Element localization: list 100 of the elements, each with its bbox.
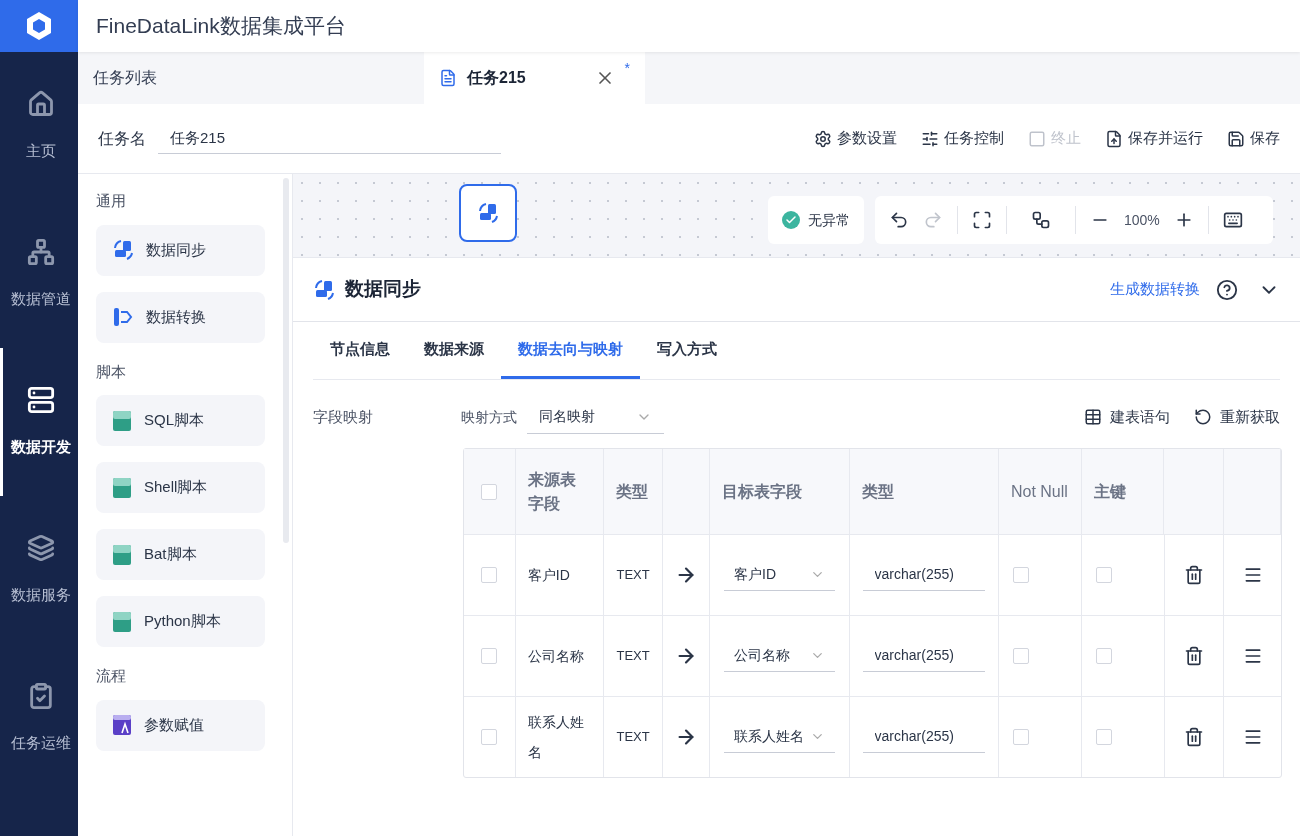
palette-item[interactable]: 数据转换 [96, 291, 265, 343]
checkbox[interactable] [1013, 648, 1029, 664]
toolbar-icon [1227, 129, 1245, 148]
checkbox[interactable] [1013, 567, 1029, 583]
palette-group-label: 脚本 [96, 361, 127, 382]
palette-item-label: 数据同步 [146, 239, 206, 260]
palette-item[interactable]: 参数赋值 [96, 699, 265, 751]
toolbar-button[interactable]: 参数设置 [814, 127, 897, 150]
fit-view-icon[interactable] [972, 210, 992, 230]
modified-mark: * [624, 59, 630, 78]
toolbar-icon [921, 129, 939, 148]
script-icon [112, 543, 132, 566]
table-cell-text: TEXT [616, 647, 650, 666]
palette-group-label: 通用 [96, 191, 127, 211]
nav-icon [26, 533, 55, 562]
column-header: 来源表字段 [527, 469, 577, 514]
palette-item-label: SQL脚本 [144, 410, 204, 431]
tab-label: 任务215 [467, 68, 526, 88]
keyboard-icon[interactable] [1222, 210, 1243, 230]
mapping-mode-select[interactable]: 同名映射 [527, 400, 664, 434]
toolbar-button[interactable]: 保存并运行 [1105, 127, 1203, 150]
type-field[interactable]: varchar(255) [862, 640, 985, 672]
palette-item-label: Python脚本 [144, 611, 221, 632]
status-badge: 无异常 [768, 196, 864, 244]
panel-tab[interactable]: 写入方式 [640, 322, 734, 379]
help-icon[interactable] [1216, 278, 1238, 301]
action-button[interactable]: 重新获取 [1194, 405, 1280, 429]
panel-title: 数据同步 [345, 277, 421, 302]
palette-item[interactable]: SQL脚本 [96, 395, 265, 446]
transform-icon [112, 306, 134, 328]
script-icon [112, 610, 132, 633]
toolbar-icon [1105, 129, 1123, 148]
nav-icon [26, 385, 55, 414]
palette-item[interactable]: 数据同步 [96, 224, 265, 276]
panel-tab[interactable]: 数据去向与映射 [501, 322, 640, 379]
delete-icon[interactable] [1183, 565, 1204, 585]
script-icon [112, 409, 132, 432]
connector-icon[interactable] [1031, 210, 1051, 230]
zoom-level: 100% [1124, 210, 1160, 230]
palette-item-label: Shell脚本 [144, 477, 208, 498]
checkbox[interactable] [481, 729, 498, 745]
cube-logo-icon [25, 11, 53, 41]
sync-icon [313, 278, 335, 301]
action-button[interactable]: 建表语句 [1084, 405, 1170, 429]
table-cell-text: TEXT [616, 566, 650, 585]
field-mapping-label: 字段映射 [313, 406, 374, 427]
table-cell-text: 公司名称 [527, 647, 584, 666]
palette-item-label: Bat脚本 [144, 544, 197, 565]
palette-item[interactable]: Shell脚本 [96, 462, 265, 513]
action-icon [1084, 408, 1102, 426]
nav-item[interactable]: 数据服务 [0, 496, 78, 644]
table-cell-text: 联系人姓名 [527, 713, 585, 762]
app-title: FineDataLink数据集成平台 [96, 13, 346, 40]
task-name-label: 任务名 [98, 128, 146, 149]
palette-item-label: 数据转换 [146, 306, 206, 327]
nav-icon [26, 237, 55, 266]
generate-transform-link[interactable]: 生成数据转换 [1110, 278, 1200, 301]
action-icon [1194, 408, 1212, 426]
flow-node[interactable] [459, 184, 517, 242]
nav-item[interactable]: 数据管道 [0, 200, 78, 348]
checkbox[interactable] [481, 567, 498, 583]
table-cell-text: 客户ID [527, 566, 570, 585]
panel-tab[interactable]: 数据来源 [407, 322, 501, 379]
panel-tab[interactable]: 节点信息 [313, 322, 407, 379]
checkbox[interactable] [1095, 729, 1112, 745]
delete-icon[interactable] [1183, 727, 1204, 747]
palette-item[interactable]: Bat脚本 [96, 529, 265, 580]
target-field-select[interactable]: 公司名称 [724, 640, 835, 672]
target-field-select[interactable]: 客户ID [724, 559, 835, 591]
toolbar-button[interactable]: 任务控制 [921, 127, 1004, 150]
task-name-field[interactable]: 任务215 [158, 122, 501, 155]
editor-tab[interactable]: 任务列表 [78, 52, 424, 104]
column-header: Not Null [1010, 481, 1068, 502]
column-header: 目标表字段 [722, 481, 803, 502]
delete-icon[interactable] [1183, 646, 1204, 666]
column-header: 类型 [616, 481, 649, 502]
document-icon [439, 69, 457, 87]
nav-icon [26, 89, 55, 118]
checkbox[interactable] [1095, 567, 1112, 583]
mapping-mode-label: 映射方式 [461, 407, 517, 427]
type-field[interactable]: varchar(255) [862, 721, 985, 753]
checkbox[interactable] [1013, 729, 1029, 745]
undo-icon[interactable] [889, 210, 909, 230]
target-field-select[interactable]: 联系人姓名 [724, 721, 835, 753]
checkbox[interactable] [481, 648, 498, 664]
tab-label: 任务列表 [93, 68, 157, 88]
nav-item[interactable]: 任务运维 [0, 644, 78, 792]
script-icon [112, 476, 132, 499]
nav-item[interactable]: 主页 [0, 52, 78, 200]
sync-icon [112, 239, 134, 261]
toolbar-button[interactable]: 保存 [1227, 127, 1280, 150]
nav-item[interactable]: 数据开发 [0, 348, 78, 496]
checkbox[interactable] [481, 483, 498, 500]
editor-tab[interactable]: 任务215 * [424, 52, 645, 104]
checkbox[interactable] [1095, 648, 1112, 664]
palette-item[interactable]: Python脚本 [96, 596, 265, 647]
type-field[interactable]: varchar(255) [862, 559, 985, 591]
toolbar-icon [1028, 129, 1046, 148]
table-cell-text: TEXT [616, 728, 650, 747]
parameter-icon [112, 714, 132, 736]
